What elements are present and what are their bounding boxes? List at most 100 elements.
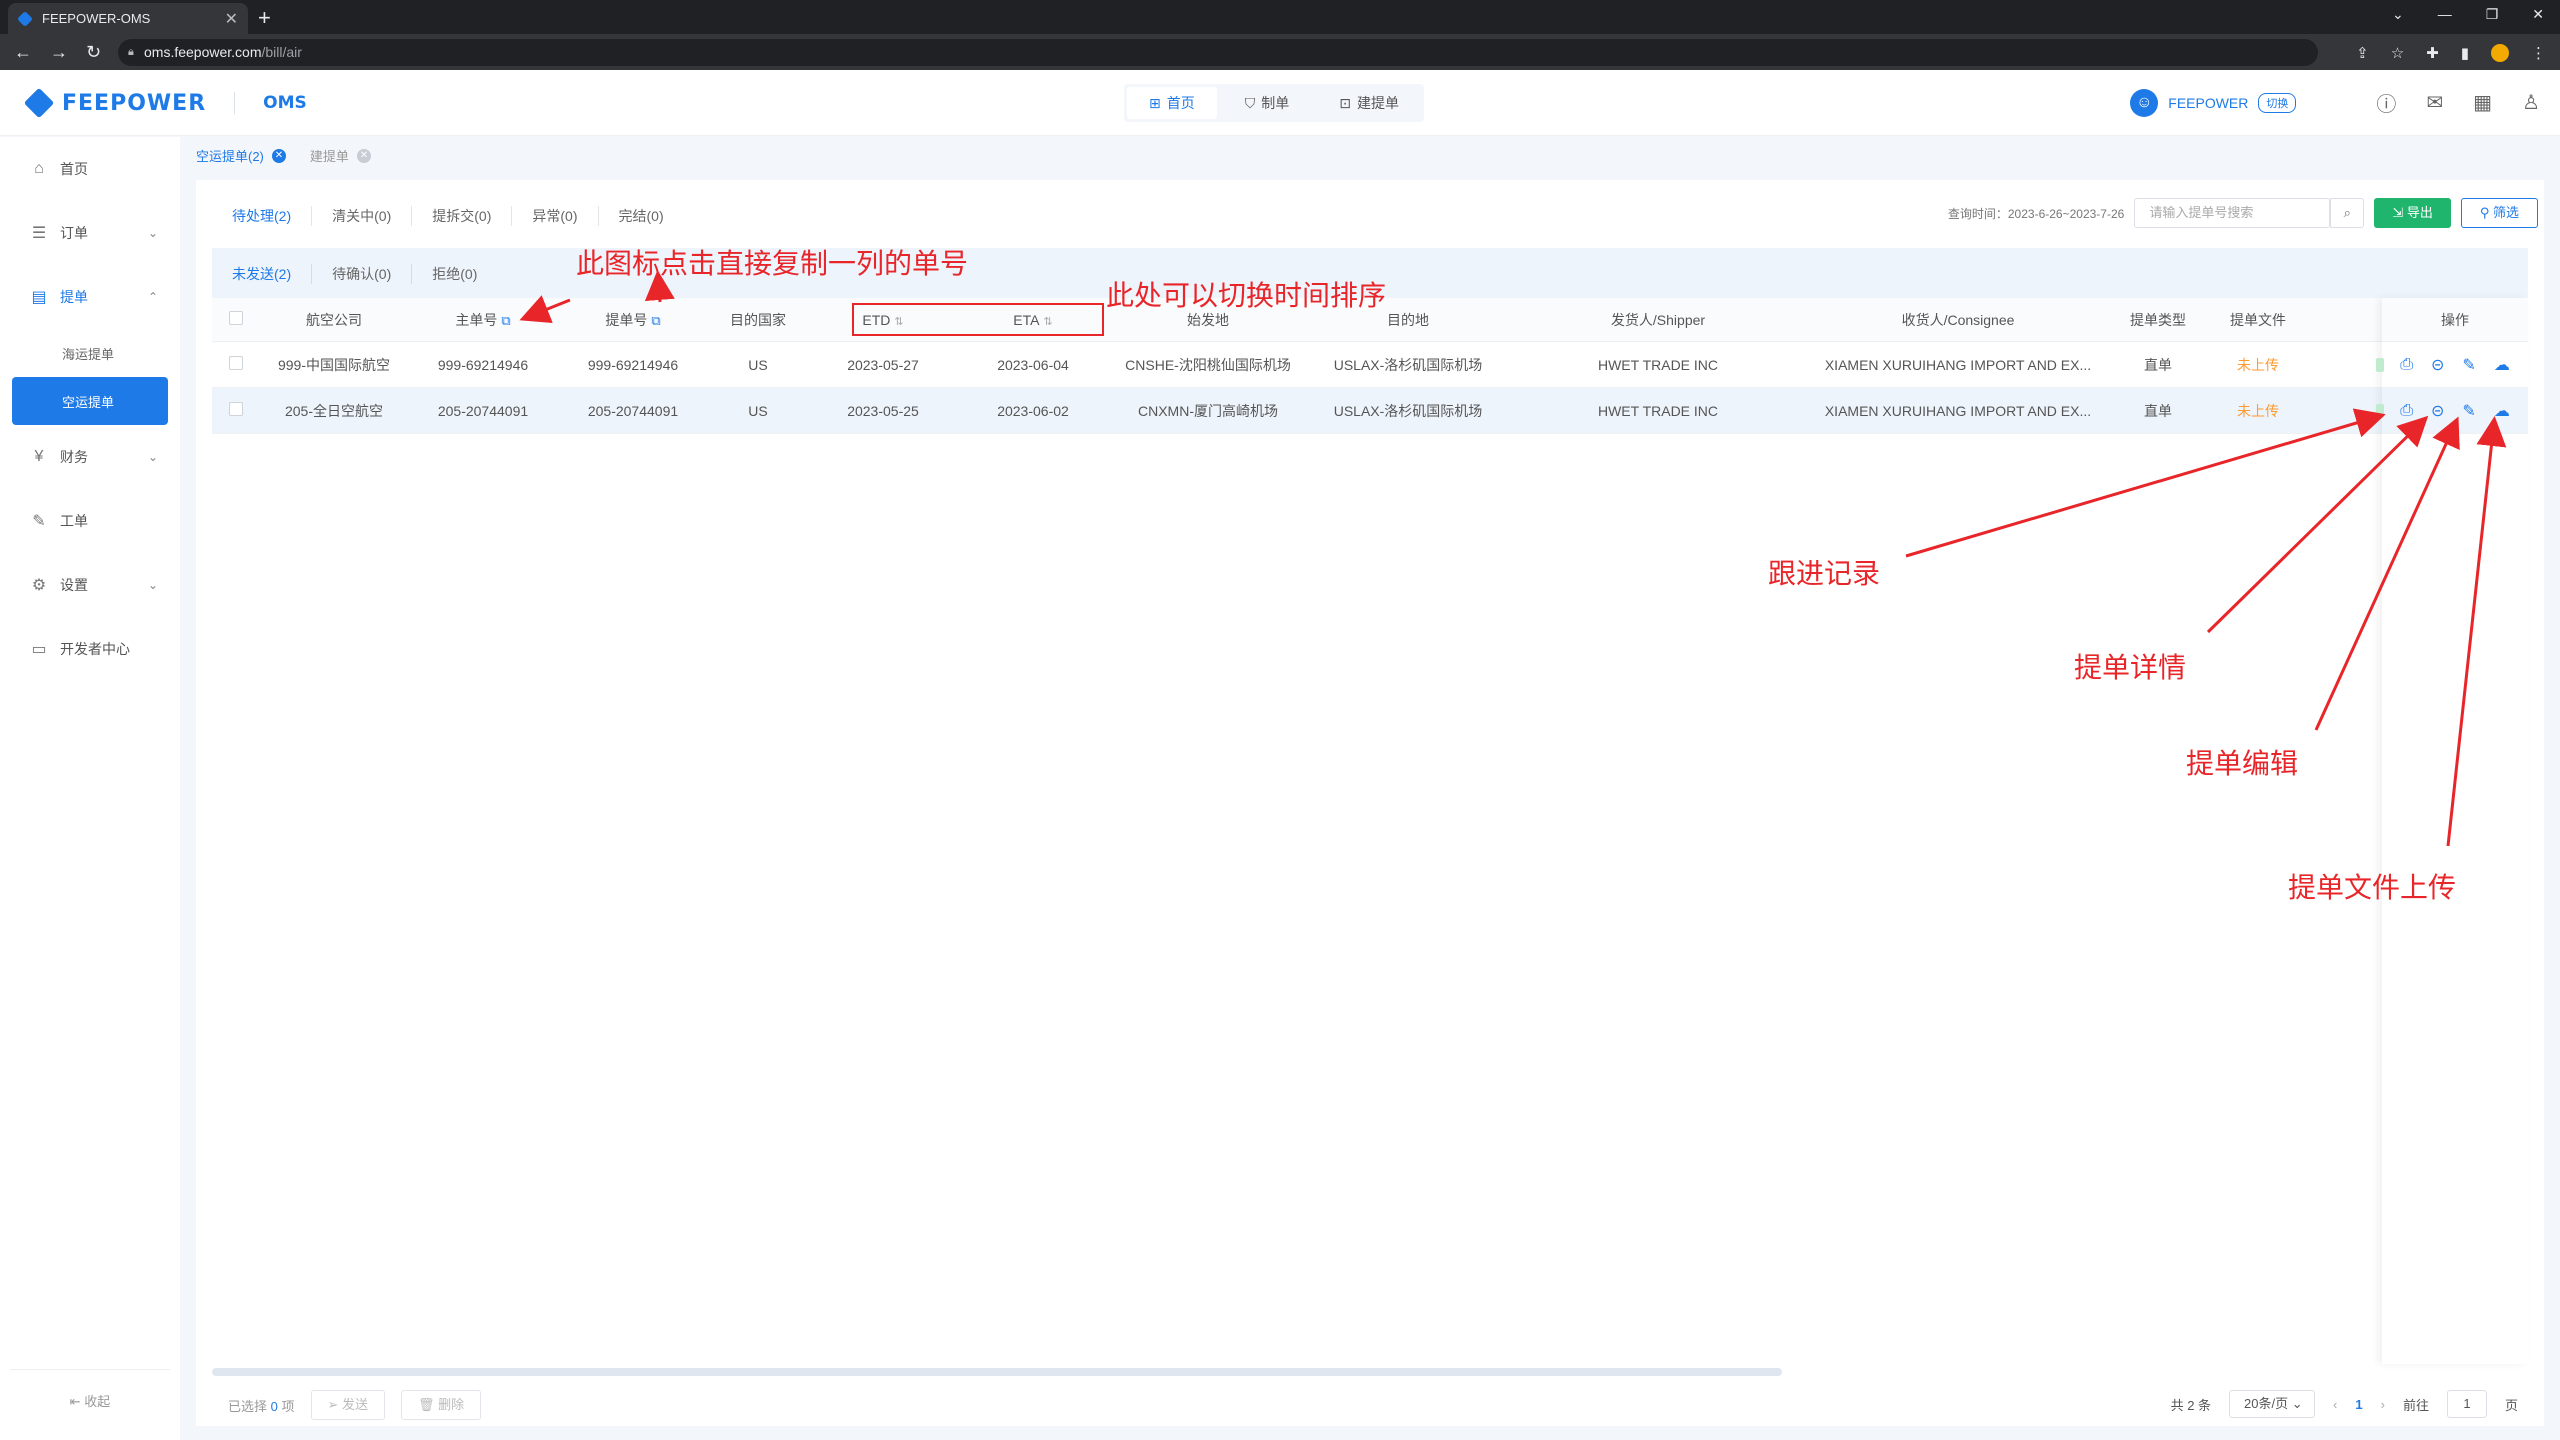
user-icon[interactable]: ♙	[2522, 90, 2540, 115]
page-size-select[interactable]: 20条/页 ⌄	[2229, 1390, 2316, 1418]
cell-shipper: HWET TRADE INC	[1597, 356, 1719, 373]
sidebar-item-finance[interactable]: ¥ 财务 ⌄	[0, 425, 180, 489]
cell-bill-type: 直单	[2144, 402, 2172, 419]
sidebar-collapse-button[interactable]: ⇤ 收起	[0, 1391, 180, 1410]
chevron-down-icon: ⌄	[2291, 1396, 2303, 1411]
close-icon[interactable]: ✕	[356, 148, 371, 163]
top-nav-home-label: 首页	[1166, 95, 1195, 111]
switch-account-button[interactable]: 切换	[2258, 92, 2297, 113]
close-tab-icon[interactable]: ✕	[225, 9, 238, 29]
upload-cloud-icon[interactable]: ☁	[2494, 401, 2510, 421]
search-icon[interactable]: ⌕	[2330, 198, 2365, 228]
tab-pending[interactable]: 待处理(2)	[232, 206, 313, 226]
cell-bill: 205-20744091	[587, 402, 679, 419]
annotation-sort-hint: 此处可以切换时间排序	[1106, 279, 1387, 312]
copy-icon[interactable]: ⧉	[651, 313, 660, 328]
new-tab-icon[interactable]: +	[258, 5, 271, 31]
sidebar-item-developer[interactable]: ▭ 开发者中心	[0, 617, 180, 681]
reload-icon[interactable]: ↻	[86, 42, 101, 63]
user-avatar-icon[interactable]: ☺	[2130, 88, 2159, 117]
select-all-checkbox[interactable]	[229, 311, 243, 325]
row-checkbox-cell	[212, 402, 260, 419]
filter-button[interactable]: ⚲ 筛选	[2460, 198, 2538, 228]
horizontal-scrollbar[interactable]	[212, 1368, 1782, 1376]
next-page-icon[interactable]: ›	[2381, 1397, 2385, 1412]
forward-icon[interactable]: →	[50, 42, 68, 63]
collapse-label: 收起	[84, 1394, 111, 1409]
toolbar: 查询时间：2023-6-26~2023-7-26 请输入提单号搜索 ⌕ ⇲ 导出…	[1948, 198, 2538, 228]
delete-button[interactable]: 🗑︎ 删除	[401, 1390, 482, 1420]
follow-record-icon[interactable]: ⎙	[2400, 356, 2413, 374]
detail-icon[interactable]: ⊝	[2431, 401, 2444, 421]
sidebar: ⌂ 首页 ☰ 订单 ⌄ ▤ 提单 ⌃ 海运提单 空运提单 ¥ 财务 ⌄ ✎ 工单…	[0, 137, 180, 1440]
table-row[interactable]: 205-全日空航空 205-20744091 205-20744091 US 2…	[212, 388, 2528, 434]
menu-kebab-icon[interactable]: ⋮	[2531, 44, 2546, 62]
page-tab-create-bill[interactable]: 建提单 ✕	[310, 146, 371, 165]
restore-icon[interactable]: ❐	[2486, 6, 2499, 23]
col-airline: 航空公司	[306, 311, 362, 328]
annotation-detail: 提单详情	[2074, 651, 2187, 684]
tab-search-icon[interactable]: ⌄	[2392, 6, 2404, 23]
send-button[interactable]: ➢ 发送	[310, 1390, 386, 1420]
follow-record-icon[interactable]: ⎙	[2400, 402, 2413, 420]
operations-column: 操作 ⎙ ⊝ ✎ ☁ ⎙ ⊝ ✎ ☁	[2376, 298, 2528, 1364]
close-window-icon[interactable]: ✕	[2532, 6, 2544, 23]
row-checkbox[interactable]	[229, 402, 243, 416]
edit-icon[interactable]: ✎	[2462, 401, 2475, 421]
tab-pickup[interactable]: 提拆交(0)	[412, 206, 513, 226]
extensions-icon[interactable]: ✚	[2426, 44, 2439, 62]
goto-page-input[interactable]: 1	[2446, 1390, 2487, 1418]
col-bill: 提单号 ⧉	[558, 310, 708, 330]
browser-tab[interactable]: FEEPOWER-OMS ✕	[8, 3, 248, 34]
current-page[interactable]: 1	[2355, 1397, 2362, 1412]
bookmark-star-icon[interactable]: ☆	[2391, 44, 2404, 62]
search-input[interactable]: 请输入提单号搜索	[2134, 198, 2331, 228]
back-icon[interactable]: ←	[14, 42, 32, 63]
calendar-icon[interactable]: ▦	[2473, 90, 2492, 115]
sidebar-sub-sea-bill[interactable]: 海运提单	[12, 329, 168, 377]
tab-to-confirm[interactable]: 待确认(0)	[312, 264, 413, 284]
finance-icon: ¥	[34, 448, 44, 465]
address-bar[interactable]: 🔒︎ oms.feepower.com/bill/air	[118, 39, 2318, 66]
share-icon[interactable]: ⇪	[2356, 44, 2369, 62]
sidebar-item-home[interactable]: ⌂ 首页	[0, 137, 180, 201]
cell-bill-file: 未上传	[2237, 402, 2279, 419]
detail-icon[interactable]: ⊝	[2431, 355, 2444, 375]
prev-page-icon[interactable]: ‹	[2333, 1397, 2337, 1412]
page-tab-air-bill[interactable]: 空运提单(2) ✕	[196, 146, 286, 165]
footer-left: 已选择 0 项 ➢ 发送 🗑︎ 删除	[228, 1390, 482, 1420]
top-nav-make[interactable]: ⛉ 制单	[1223, 87, 1312, 119]
home-icon: ⌂	[34, 160, 44, 177]
sidebar-item-tickets[interactable]: ✎ 工单	[0, 489, 180, 553]
cell-consignee: XIAMEN XURUIHANG IMPORT AND EX...	[1824, 402, 2092, 419]
sidebar-item-orders[interactable]: ☰ 订单 ⌄	[0, 201, 180, 265]
export-icon: ⇲	[2392, 205, 2407, 220]
sidebar-item-settings[interactable]: ⚙ 设置 ⌄	[0, 553, 180, 617]
profile-avatar-icon[interactable]	[2491, 44, 2509, 62]
help-icon[interactable]: ⓘ	[2376, 88, 2396, 117]
tab-unsent[interactable]: 未发送(2)	[232, 264, 313, 284]
message-icon[interactable]: ✉	[2426, 90, 2443, 115]
tab-exception[interactable]: 异常(0)	[512, 206, 599, 226]
edit-icon[interactable]: ✎	[2462, 355, 2475, 375]
upload-cloud-icon[interactable]: ☁	[2494, 355, 2510, 375]
trash-icon: 🗑︎	[418, 1397, 439, 1412]
close-icon[interactable]: ✕	[271, 148, 286, 163]
logo[interactable]: FEEPOWER OMS	[23, 87, 307, 119]
top-nav-create-bill[interactable]: ⊡ 建提单	[1317, 87, 1421, 119]
copy-icon[interactable]: ⧉	[501, 313, 510, 328]
top-nav-home[interactable]: ⊞ 首页	[1127, 87, 1217, 119]
cell-master: 205-20744091	[437, 402, 529, 419]
table-row[interactable]: 999-中国国际航空 999-69214946 999-69214946 US …	[212, 342, 2528, 388]
sidebar-sub-air-bill[interactable]: 空运提单	[12, 377, 168, 425]
export-button[interactable]: ⇲ 导出	[2374, 198, 2451, 228]
sidebar-item-bills[interactable]: ▤ 提单 ⌃	[0, 265, 180, 329]
browser-tab-strip: FEEPOWER-OMS ✕ + ⌄ — ❐ ✕	[0, 0, 2560, 34]
sidepanel-icon[interactable]: ▮	[2461, 44, 2469, 62]
row-checkbox[interactable]	[229, 356, 243, 370]
annotation-copy-hint: 此图标点击直接复制一列的单号	[576, 247, 969, 280]
tab-clearing[interactable]: 清关中(0)	[312, 206, 413, 226]
tab-rejected[interactable]: 拒绝(0)	[412, 264, 497, 284]
minimize-icon[interactable]: —	[2438, 6, 2452, 23]
tab-finished[interactable]: 完结(0)	[599, 206, 684, 226]
